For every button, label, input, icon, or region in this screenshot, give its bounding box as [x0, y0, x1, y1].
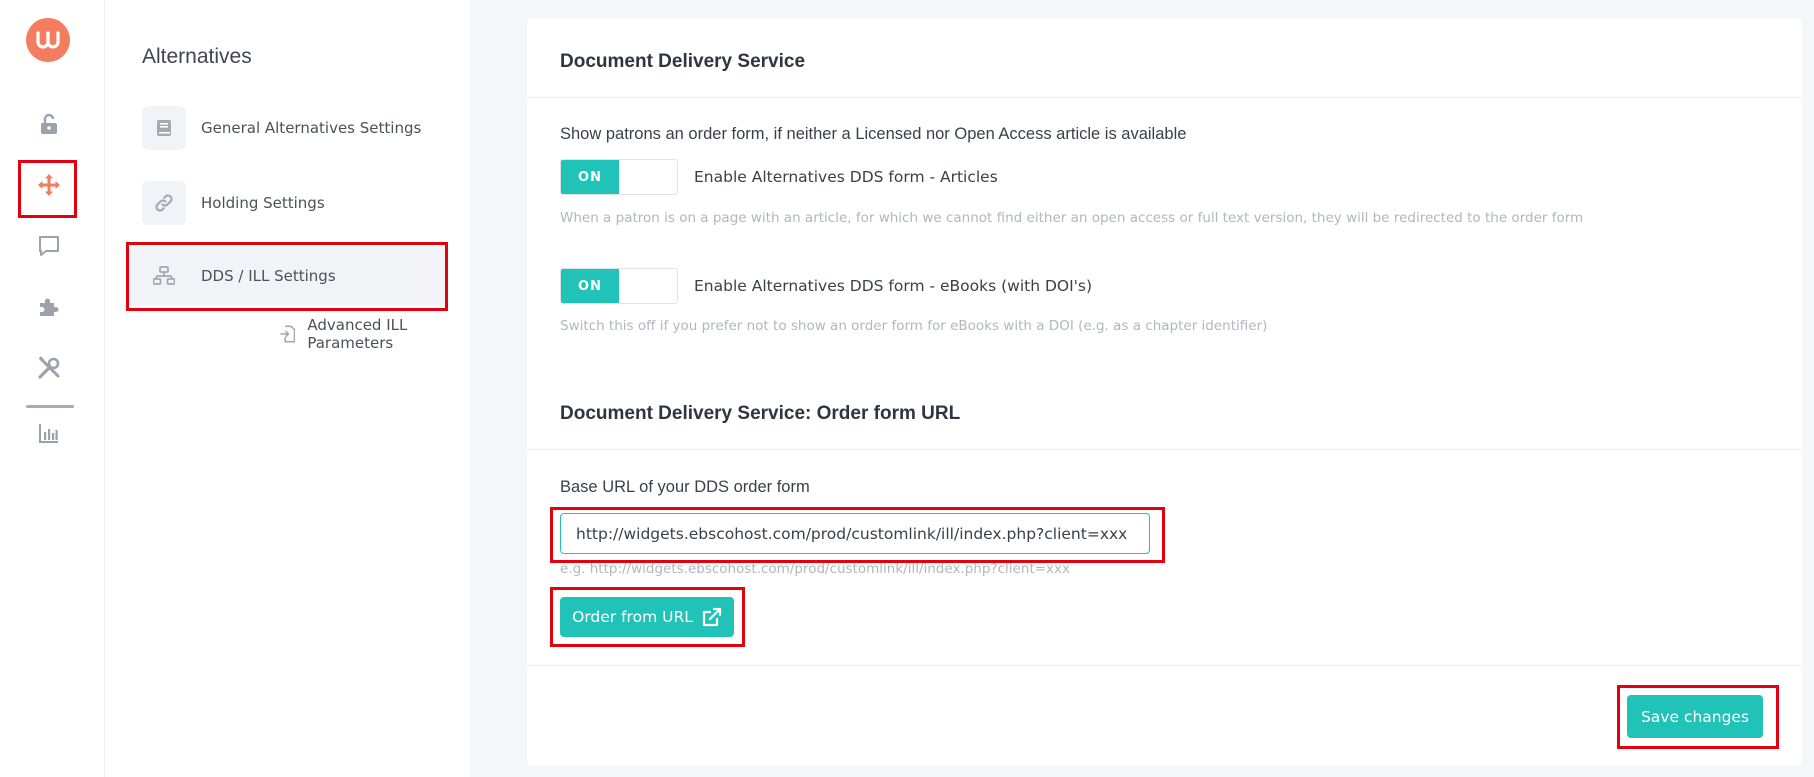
link-icon — [142, 181, 186, 225]
puzzle-icon — [40, 298, 59, 316]
sidebar-item-label: DDS / ILL Settings — [201, 267, 336, 285]
divider — [527, 449, 1802, 450]
toggle-dds-ebooks[interactable]: ON — [560, 268, 678, 304]
divider — [527, 665, 1802, 666]
base-url-example: e.g. http://widgets.ebscohost.com/prod/c… — [560, 561, 1070, 577]
sidebar-subitem-label: Advanced ILL Parameters — [307, 316, 408, 352]
base-url-input[interactable] — [560, 513, 1150, 554]
rail-chat-button[interactable] — [28, 225, 70, 267]
toggle-handle — [619, 160, 677, 194]
order-from-url-button[interactable]: Order from URL — [560, 597, 734, 637]
toggle-label-articles: Enable Alternatives DDS form - Articles — [694, 168, 998, 186]
sidebar-item-dds-ill[interactable]: DDS / ILL Settings — [142, 254, 336, 298]
move-arrows-icon — [38, 174, 60, 196]
book-icon — [142, 106, 186, 150]
sidebar-item-label: General Alternatives Settings — [201, 119, 422, 137]
sidebar-subitem-advanced-ill[interactable]: Advanced ILL Parameters — [280, 316, 470, 352]
toggle-label-ebooks: Enable Alternatives DDS form - eBooks (w… — [694, 277, 1093, 295]
logo-icon — [36, 31, 60, 49]
save-changes-label: Save changes — [1640, 707, 1750, 726]
rail-plugins-button[interactable] — [28, 286, 70, 328]
help-text-ebooks: Switch this off if you prefer not to sho… — [560, 318, 1268, 334]
base-url-label: Base URL of your DDS order form — [560, 478, 810, 496]
network-icon — [142, 254, 186, 298]
settings-card: Document Delivery Service Show patrons a… — [527, 18, 1802, 766]
rail-unlock-button[interactable] — [28, 103, 70, 145]
order-from-url-label: Order from URL — [572, 608, 693, 626]
section-title-order-url: Document Delivery Service: Order form UR… — [560, 403, 961, 424]
external-link-icon — [702, 607, 721, 627]
rail-alternatives-button[interactable] — [28, 164, 70, 206]
help-text-articles: When a patron is on a page with an artic… — [560, 210, 1584, 226]
sidebar-item-label: Holding Settings — [201, 194, 325, 212]
rail-stats-button[interactable] — [28, 412, 70, 454]
chat-icon — [39, 236, 59, 256]
sidebar-item-holding[interactable]: Holding Settings — [142, 181, 325, 225]
rail-divider — [26, 405, 74, 408]
rail-tools-button[interactable] — [28, 347, 70, 389]
toggle-dds-articles[interactable]: ON — [560, 159, 678, 195]
toggle-on-label: ON — [561, 269, 619, 303]
alternatives-sidebar: Alternatives General Alternatives Settin… — [105, 0, 470, 777]
sidebar-title: Alternatives — [142, 45, 252, 68]
order-form-question: Show patrons an order form, if neither a… — [560, 125, 1187, 143]
divider — [527, 97, 1802, 98]
bar-chart-icon — [39, 424, 58, 443]
file-import-icon — [280, 325, 296, 343]
logo[interactable] — [26, 18, 70, 62]
toggle-handle — [619, 269, 677, 303]
tools-icon — [38, 356, 60, 379]
section-title-dds: Document Delivery Service — [560, 51, 806, 72]
toggle-on-label: ON — [561, 160, 619, 194]
unlock-icon — [41, 113, 57, 134]
save-changes-button[interactable]: Save changes — [1627, 695, 1763, 738]
icon-rail — [0, 0, 105, 777]
sidebar-item-general[interactable]: General Alternatives Settings — [142, 106, 421, 150]
